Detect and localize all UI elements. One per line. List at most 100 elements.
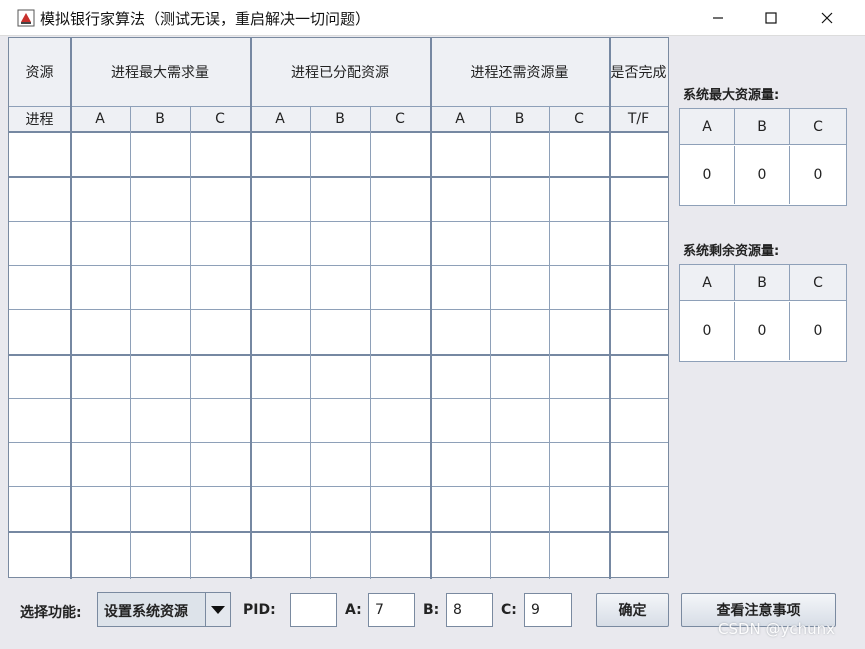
table-cell[interactable] <box>251 177 309 219</box>
table-cell[interactable] <box>550 177 608 219</box>
table-cell[interactable] <box>550 310 608 352</box>
table-cell[interactable] <box>550 266 608 308</box>
table-cell[interactable] <box>491 222 548 264</box>
table-cell[interactable] <box>311 355 369 397</box>
table-cell[interactable] <box>251 133 309 175</box>
minimize-button[interactable] <box>690 0 746 36</box>
table-cell[interactable] <box>491 133 548 175</box>
table-cell[interactable] <box>131 222 189 264</box>
table-cell[interactable] <box>431 222 489 264</box>
table-cell[interactable] <box>71 487 129 529</box>
table-cell[interactable] <box>71 399 129 441</box>
table-cell[interactable] <box>191 487 249 529</box>
table-cell[interactable] <box>610 310 667 352</box>
column-group-header[interactable]: 进程最大需求量 <box>70 38 250 106</box>
table-cell[interactable] <box>610 266 667 308</box>
table-cell[interactable] <box>431 266 489 308</box>
table-cell[interactable] <box>131 487 189 529</box>
table-cell[interactable] <box>491 355 548 397</box>
table-cell[interactable] <box>610 399 667 441</box>
table-cell[interactable] <box>491 487 548 529</box>
table-cell[interactable] <box>251 399 309 441</box>
table-cell[interactable] <box>71 532 129 574</box>
table-cell[interactable] <box>251 222 309 264</box>
table-cell[interactable] <box>311 177 369 219</box>
table-cell[interactable] <box>610 487 667 529</box>
a-input[interactable] <box>368 593 415 627</box>
c-input[interactable] <box>524 593 572 627</box>
table-cell[interactable] <box>311 266 369 308</box>
table-cell[interactable] <box>10 133 69 175</box>
table-cell[interactable] <box>610 222 667 264</box>
table-cell[interactable] <box>311 443 369 485</box>
table-cell[interactable] <box>71 177 129 219</box>
table-cell[interactable] <box>491 399 548 441</box>
table-cell[interactable] <box>431 177 489 219</box>
table-cell[interactable] <box>491 443 548 485</box>
table-cell[interactable] <box>371 133 429 175</box>
b-input[interactable] <box>446 593 493 627</box>
table-cell[interactable] <box>10 222 69 264</box>
table-cell[interactable] <box>610 355 667 397</box>
table-cell[interactable] <box>191 266 249 308</box>
pid-input[interactable] <box>290 593 337 627</box>
table-cell[interactable] <box>371 177 429 219</box>
table-cell[interactable] <box>311 310 369 352</box>
table-cell[interactable] <box>251 532 309 574</box>
table-cell[interactable] <box>431 355 489 397</box>
column-group-header[interactable]: 进程已分配资源 <box>250 38 430 106</box>
table-cell[interactable] <box>371 443 429 485</box>
table-cell[interactable] <box>311 133 369 175</box>
table-cell[interactable] <box>131 355 189 397</box>
table-cell[interactable] <box>191 177 249 219</box>
table-cell[interactable] <box>550 532 608 574</box>
table-cell[interactable] <box>610 133 667 175</box>
table-cell[interactable] <box>251 310 309 352</box>
column-header[interactable]: 进程 <box>9 106 70 131</box>
table-cell[interactable] <box>431 532 489 574</box>
table-cell[interactable] <box>491 177 548 219</box>
column-group-header[interactable]: 进程还需资源量 <box>430 38 609 106</box>
table-cell[interactable] <box>10 310 69 352</box>
table-cell[interactable] <box>371 532 429 574</box>
table-cell[interactable] <box>131 399 189 441</box>
table-cell[interactable] <box>71 266 129 308</box>
table-cell[interactable] <box>131 133 189 175</box>
function-select[interactable]: 设置系统资源 <box>97 592 231 627</box>
table-cell[interactable] <box>311 487 369 529</box>
table-cell[interactable] <box>10 177 69 219</box>
column-header[interactable]: T/F <box>609 106 668 131</box>
table-cell[interactable] <box>71 222 129 264</box>
table-cell[interactable] <box>431 310 489 352</box>
table-cell[interactable] <box>371 222 429 264</box>
table-cell[interactable] <box>431 487 489 529</box>
table-cell[interactable] <box>131 177 189 219</box>
maximize-button[interactable] <box>743 0 799 36</box>
table-cell[interactable] <box>431 133 489 175</box>
table-cell[interactable] <box>550 355 608 397</box>
table-cell[interactable] <box>191 532 249 574</box>
table-cell[interactable] <box>10 443 69 485</box>
column-header[interactable]: A <box>430 106 490 131</box>
column-header[interactable]: C <box>370 106 430 131</box>
column-header[interactable]: B <box>490 106 549 131</box>
table-cell[interactable] <box>251 355 309 397</box>
table-cell[interactable] <box>10 532 69 574</box>
table-cell[interactable] <box>371 487 429 529</box>
column-header[interactable]: A <box>70 106 130 131</box>
table-cell[interactable] <box>371 355 429 397</box>
column-header[interactable]: B <box>130 106 190 131</box>
table-cell[interactable] <box>131 266 189 308</box>
column-header[interactable]: C <box>190 106 250 131</box>
table-cell[interactable] <box>131 532 189 574</box>
table-cell[interactable] <box>131 310 189 352</box>
table-cell[interactable] <box>251 443 309 485</box>
table-cell[interactable] <box>191 443 249 485</box>
table-cell[interactable] <box>191 310 249 352</box>
table-cell[interactable] <box>550 222 608 264</box>
column-group-header[interactable]: 是否完成 <box>609 38 668 106</box>
column-header[interactable]: C <box>549 106 609 131</box>
table-cell[interactable] <box>311 222 369 264</box>
table-cell[interactable] <box>191 133 249 175</box>
table-cell[interactable] <box>191 355 249 397</box>
